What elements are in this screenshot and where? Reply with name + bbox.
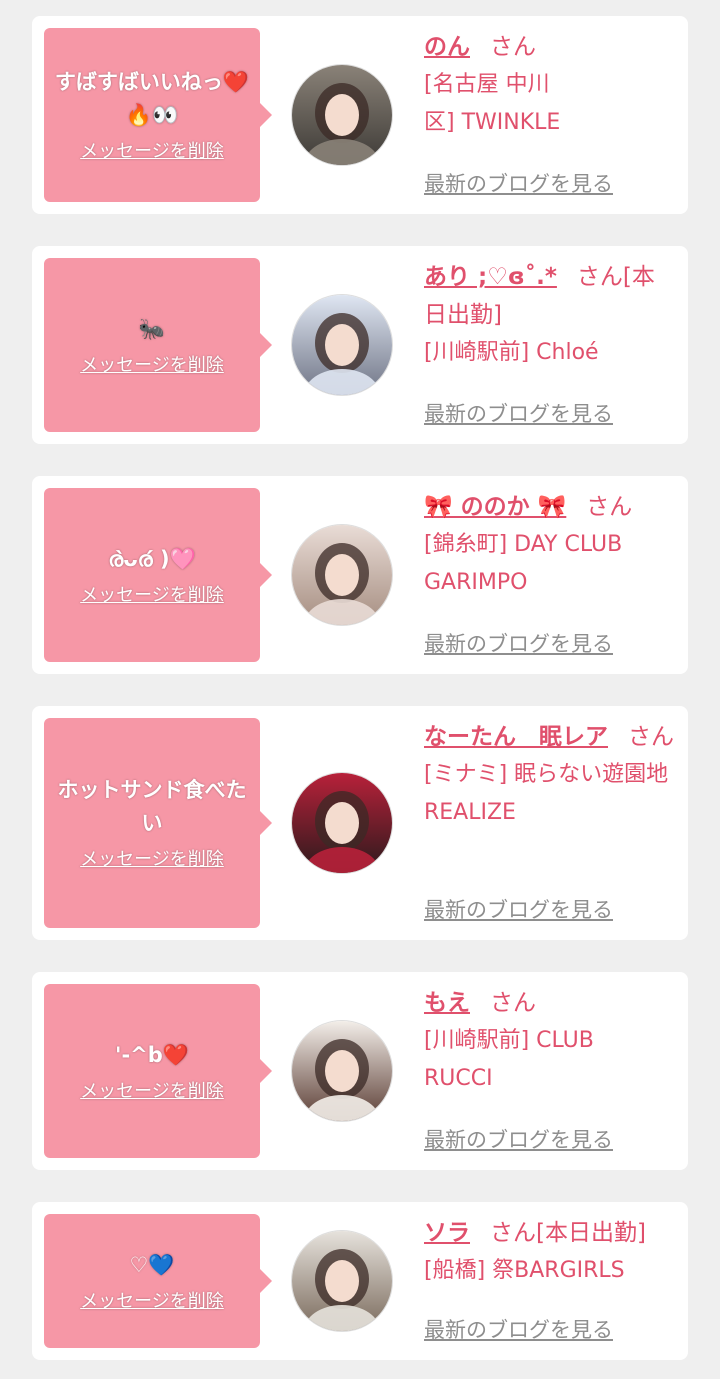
- name-suffix: さん: [586, 494, 633, 520]
- name-suffix: さん: [628, 724, 674, 750]
- latest-blog-link[interactable]: 最新のブログを見る: [424, 630, 613, 658]
- avatar[interactable]: [292, 65, 392, 165]
- latest-blog-link[interactable]: 最新のブログを見る: [424, 400, 613, 428]
- message-text: ホットサンド食べたい: [57, 778, 247, 835]
- sender-name-link[interactable]: 🎀 ののか 🎀: [424, 494, 566, 520]
- delete-message-link[interactable]: メッセージを削除: [80, 584, 224, 608]
- message-card: ര̀ᴗര́ )🩷 メッセージを削除 🎀 ののか 🎀 さん [錦糸町] DAY CL…: [32, 476, 688, 674]
- shop-name: [川崎駅前] CLUB RUCCI: [424, 1028, 594, 1091]
- avatar[interactable]: [292, 525, 392, 625]
- sender-info: ソラ さん[本日出勤] [船橋] 祭BARGIRLS 最新のブログを見る: [424, 1214, 672, 1348]
- message-bubble: 🐜 メッセージを削除: [44, 258, 272, 432]
- sender-info: あり ;♡ɞ˚.* さん[本日出勤] [川崎駅前] Chloé 最新のブログを見る: [424, 258, 672, 432]
- name-suffix: さん: [490, 34, 536, 60]
- delete-message-link[interactable]: メッセージを削除: [80, 140, 224, 164]
- message-card: 🐜 メッセージを削除 あり ;♡ɞ˚.* さん[本日出勤] [川崎駅前] Chlo…: [32, 246, 688, 444]
- sender-name-link[interactable]: あり ;♡ɞ˚.*: [424, 264, 557, 290]
- avatar-image: [292, 1021, 392, 1121]
- delete-message-link[interactable]: メッセージを削除: [80, 848, 224, 872]
- message-bubble: すばすばいいねっ❤️🔥👀 メッセージを削除: [44, 28, 272, 202]
- sender-info: なーたん 眠レア さん [ミナミ] 眠らない遊園地 REALIZE 最新のブログを…: [424, 718, 674, 928]
- latest-blog-link[interactable]: 最新のブログを見る: [424, 170, 613, 198]
- message-text: '-^b❤️: [115, 1042, 189, 1067]
- avatar-image: [292, 1231, 392, 1331]
- avatar-image: [292, 525, 392, 625]
- avatar-image: [292, 295, 392, 395]
- sender-info: のん さん [名古屋 中川区] TWINKLE 最新のブログを見る: [424, 28, 672, 202]
- avatar[interactable]: [292, 773, 392, 873]
- shop-name: [名古屋 中川区] TWINKLE: [424, 72, 561, 135]
- avatar[interactable]: [292, 295, 392, 395]
- sender-info: もえ さん [川崎駅前] CLUB RUCCI 最新のブログを見る: [424, 984, 672, 1158]
- message-card: ホットサンド食べたい メッセージを削除 なーたん 眠レア さん [ミナミ] 眠らな…: [32, 706, 688, 940]
- name-suffix: さん: [490, 990, 536, 1016]
- delete-message-link[interactable]: メッセージを削除: [80, 1290, 224, 1314]
- latest-blog-link[interactable]: 最新のブログを見る: [424, 1126, 613, 1154]
- avatar-image: [292, 65, 392, 165]
- shop-name: [錦糸町] DAY CLUB GARIMPO: [424, 532, 623, 595]
- sender-name-link[interactable]: もえ: [424, 990, 470, 1016]
- message-bubble: ര̀ᴗര́ )🩷 メッセージを削除: [44, 488, 272, 662]
- delete-message-link[interactable]: メッセージを削除: [80, 354, 224, 378]
- message-bubble: '-^b❤️ メッセージを削除: [44, 984, 272, 1158]
- message-text: ♡💙: [129, 1252, 175, 1277]
- shop-name: [川崎駅前] Chloé: [424, 340, 599, 365]
- delete-message-link[interactable]: メッセージを削除: [80, 1080, 224, 1104]
- latest-blog-link[interactable]: 最新のブログを見る: [424, 896, 613, 924]
- name-suffix: さん[本日出勤]: [490, 1220, 646, 1246]
- sender-info: 🎀 ののか 🎀 さん [錦糸町] DAY CLUB GARIMPO 最新のブログを…: [424, 488, 672, 662]
- sender-name-link[interactable]: なーたん 眠レア: [424, 724, 608, 750]
- shop-name: [船橋] 祭BARGIRLS: [424, 1258, 625, 1283]
- message-text: すばすばいいねっ❤️🔥👀: [54, 70, 250, 127]
- message-list: すばすばいいねっ❤️🔥👀 メッセージを削除 のん さん [名古屋 中川区] TWI…: [0, 0, 720, 1379]
- message-card: ♡💙 メッセージを削除 ソラ さん[本日出勤] [船橋] 祭BARGIRLS 最新…: [32, 1202, 688, 1360]
- message-card: すばすばいいねっ❤️🔥👀 メッセージを削除 のん さん [名古屋 中川区] TWI…: [32, 16, 688, 214]
- message-bubble: ホットサンド食べたい メッセージを削除: [44, 718, 272, 928]
- avatar-image: [292, 773, 392, 873]
- sender-name-link[interactable]: ソラ: [424, 1220, 470, 1246]
- avatar[interactable]: [292, 1231, 392, 1331]
- message-bubble: ♡💙 メッセージを削除: [44, 1214, 272, 1348]
- message-card: '-^b❤️ メッセージを削除 もえ さん [川崎駅前] CLUB RUCCI 最…: [32, 972, 688, 1170]
- sender-name-link[interactable]: のん: [424, 34, 470, 60]
- message-text: ര̀ᴗര́ )🩷: [108, 546, 196, 571]
- shop-name: [ミナミ] 眠らない遊園地 REALIZE: [424, 762, 669, 825]
- avatar[interactable]: [292, 1021, 392, 1121]
- message-text: 🐜: [138, 316, 166, 341]
- latest-blog-link[interactable]: 最新のブログを見る: [424, 1316, 613, 1344]
